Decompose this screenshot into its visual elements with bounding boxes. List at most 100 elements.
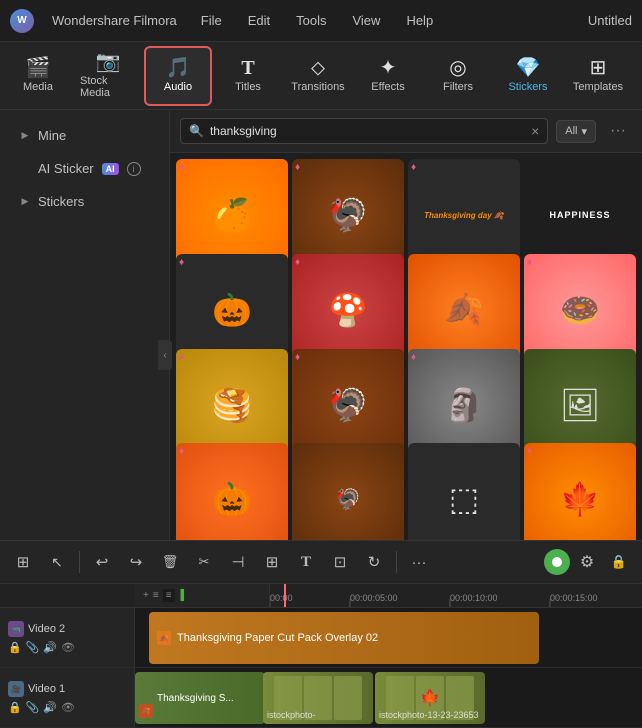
select-tool-button[interactable]: ↖ bbox=[42, 547, 72, 577]
toolbar-templates[interactable]: ⊞ Templates bbox=[564, 46, 632, 106]
sticker-fav-icon: ♦ bbox=[295, 352, 300, 363]
timeline: + ≡ ≡ ▌ 00:00 00:00:05:00 00:00:10:00 00… bbox=[0, 584, 642, 728]
track-audio-icon[interactable]: 🔊 bbox=[43, 641, 57, 654]
fullscreen-button[interactable]: 🔒 bbox=[604, 547, 634, 577]
track-clip-icon[interactable]: 📎 bbox=[26, 701, 40, 714]
trim-button[interactable]: ⊣ bbox=[223, 547, 253, 577]
track-name-video1: Video 1 bbox=[28, 683, 65, 695]
undo-button[interactable]: ↩ bbox=[87, 547, 117, 577]
menu-edit[interactable]: Edit bbox=[242, 9, 276, 32]
toolbar-separator-2 bbox=[396, 551, 397, 573]
sticker-fav-icon: ♦ bbox=[295, 257, 300, 268]
record-button[interactable] bbox=[544, 549, 570, 575]
toolbar-filters[interactable]: ◎ Filters bbox=[424, 46, 492, 106]
cut-button[interactable]: ✂ bbox=[189, 547, 219, 577]
settings-button[interactable]: ⚙ bbox=[574, 549, 600, 575]
sidebar-item-stickers-label: Stickers bbox=[38, 194, 84, 209]
clip-istock-1[interactable]: istockphoto- bbox=[263, 672, 373, 724]
sticker-item-pumpkin2[interactable]: 🎃 ♦ ⬇ bbox=[176, 443, 288, 540]
sticker-fav-icon: ♦ bbox=[527, 446, 532, 457]
redo-button[interactable]: ↪ bbox=[121, 547, 151, 577]
add-track-button[interactable]: + bbox=[143, 590, 149, 601]
timeline-tracks: 📹 Video 2 🔒 📎 🔊 👁 🍂 Thanksgiving Paper C… bbox=[0, 608, 642, 728]
track-lock-icon[interactable]: 🔒 bbox=[8, 641, 22, 654]
timeline-controls: + ≡ ≡ ▌ bbox=[135, 584, 270, 607]
menu-file[interactable]: File bbox=[195, 9, 228, 32]
toolbar-stickers[interactable]: 💎 Stickers bbox=[494, 46, 562, 106]
filters-label: Filters bbox=[443, 81, 473, 93]
track-video2: 📹 Video 2 🔒 📎 🔊 👁 🍂 Thanksgiving Paper C… bbox=[0, 608, 642, 668]
sidebar-item-mine-label: Mine bbox=[38, 128, 66, 143]
text-button[interactable]: T bbox=[291, 547, 321, 577]
clip-overlay[interactable]: 🍂 Thanksgiving Paper Cut Pack Overlay 02 bbox=[149, 612, 539, 664]
ruler-marks-area: 00:00 00:00:05:00 00:00:10:00 00:00:15:0… bbox=[270, 584, 642, 607]
sidebar-item-stickers[interactable]: ▶ Stickers bbox=[6, 186, 163, 217]
menu-help[interactable]: Help bbox=[400, 9, 439, 32]
sticker-fav-icon: ♦ bbox=[179, 162, 184, 173]
search-input[interactable] bbox=[210, 124, 525, 138]
sidebar-item-ai-sticker-label: AI Sticker bbox=[38, 161, 94, 176]
sticker-fav-icon: ♦ bbox=[411, 162, 416, 173]
more-options-button[interactable]: ··· bbox=[604, 120, 632, 142]
main-content: ▶ Mine AI Sticker AI i ▶ Stickers 🔍 × Al… bbox=[0, 110, 642, 540]
rotate-button[interactable]: ↻ bbox=[359, 547, 389, 577]
sticker-fav-icon: ♦ bbox=[179, 446, 184, 457]
toolbar-transitions[interactable]: ⬦ Transitions bbox=[284, 46, 352, 106]
toolbar-media[interactable]: 🎬 Media bbox=[4, 46, 72, 106]
clip-thanksgiving-s[interactable]: 🍂 Thanksgiving S... bbox=[135, 672, 265, 724]
filter-button[interactable]: All ▾ bbox=[556, 120, 596, 143]
ai-sticker-toggle-icon bbox=[20, 164, 30, 174]
track-lock-icon[interactable]: 🔒 bbox=[8, 701, 22, 714]
toolbar-titles[interactable]: T Titles bbox=[214, 46, 282, 106]
track-name-video2: Video 2 bbox=[28, 623, 65, 635]
titlebar: W Wondershare Filmora File Edit Tools Vi… bbox=[0, 0, 642, 42]
sticker-thumb: ⬚ bbox=[408, 443, 520, 540]
timeline-scale-icon2: ≡ bbox=[163, 589, 175, 602]
track-header-top: 📹 Video 2 bbox=[8, 621, 126, 637]
split-view-button[interactable]: ⊞ bbox=[8, 547, 38, 577]
filters-icon: ◎ bbox=[449, 58, 466, 78]
track-clip-icon[interactable]: 📎 bbox=[26, 641, 40, 654]
track-controls-video1: 🔒 📎 🔊 👁 bbox=[8, 701, 126, 714]
clip-label-3: istockphoto-13-23-23653- bbox=[379, 710, 479, 720]
audio-icon: 🎵 bbox=[166, 58, 191, 78]
track-video2-header: 📹 Video 2 🔒 📎 🔊 👁 bbox=[0, 608, 135, 667]
sidebar: ▶ Mine AI Sticker AI i ▶ Stickers bbox=[0, 110, 170, 540]
search-input-wrapper[interactable]: 🔍 × bbox=[180, 118, 548, 144]
ruler-ticks bbox=[270, 599, 642, 607]
collapse-sidebar-button[interactable]: ‹ bbox=[158, 340, 172, 370]
track-type-icon: 🎥 bbox=[8, 681, 24, 697]
clip-icon: 🍂 bbox=[157, 631, 171, 645]
track-audio-icon[interactable]: 🔊 bbox=[43, 701, 57, 714]
toolbar-effects[interactable]: ✦ Effects bbox=[354, 46, 422, 106]
track-eye-icon[interactable]: 👁 bbox=[61, 641, 75, 654]
toolbar-separator-1 bbox=[79, 551, 80, 573]
sidebar-item-ai-sticker[interactable]: AI Sticker AI i bbox=[6, 153, 163, 184]
search-bar: 🔍 × All ▾ ··· bbox=[170, 110, 642, 153]
toolbar-audio[interactable]: 🎵 Audio bbox=[144, 46, 212, 106]
menu-tools[interactable]: Tools bbox=[290, 9, 332, 32]
sticker-item-fall-leaves[interactable]: 🍁 ♦ ⬇ bbox=[524, 443, 636, 540]
delete-button[interactable]: 🗑 bbox=[155, 547, 185, 577]
templates-icon: ⊞ bbox=[590, 58, 607, 78]
track-eye-icon[interactable]: 👁 bbox=[61, 701, 75, 714]
sticker-thumb: 🦃 bbox=[292, 443, 404, 540]
clip-istock-2[interactable]: istockphoto-13-23-23653- 🍁 bbox=[375, 672, 485, 724]
stickers-toggle-icon: ▶ bbox=[20, 197, 30, 207]
toolbar-stock-media[interactable]: 📷 Stock Media bbox=[74, 46, 142, 106]
app-name: Wondershare Filmora bbox=[52, 13, 177, 28]
mine-toggle-icon: ▶ bbox=[20, 131, 30, 141]
sidebar-item-mine[interactable]: ▶ Mine bbox=[6, 120, 163, 151]
media-label: Media bbox=[23, 81, 53, 93]
thumb-stripe-3 bbox=[334, 676, 362, 720]
clear-search-icon[interactable]: × bbox=[531, 123, 539, 139]
sticker-item-frame[interactable]: ⬚ ⬇ bbox=[408, 443, 520, 540]
clip-center-icon: 🍁 bbox=[420, 688, 440, 708]
clip-label-1: Thanksgiving S... bbox=[141, 693, 234, 704]
menu-view[interactable]: View bbox=[346, 9, 386, 32]
more-tools-button[interactable]: ··· bbox=[404, 547, 434, 577]
templates-label: Templates bbox=[573, 81, 623, 93]
crop-button[interactable]: ⊡ bbox=[325, 547, 355, 577]
group-button[interactable]: ⊞ bbox=[257, 547, 287, 577]
sticker-item-turkey-2[interactable]: 🦃 ⬇ bbox=[292, 443, 404, 540]
